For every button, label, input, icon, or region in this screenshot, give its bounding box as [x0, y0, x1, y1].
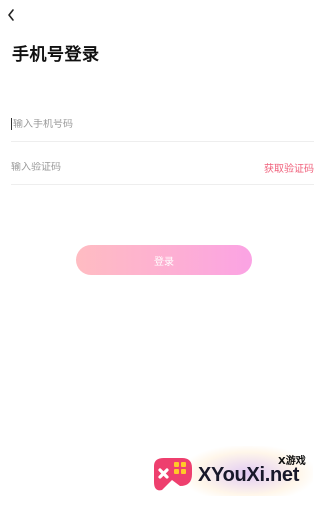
code-field[interactable]: 获取验证码 — [11, 150, 314, 185]
text-cursor — [11, 118, 12, 130]
back-button[interactable] — [3, 6, 19, 24]
get-code-button[interactable]: 获取验证码 — [264, 160, 314, 175]
code-input[interactable] — [11, 161, 264, 173]
watermark-text: XYouXi.net — [198, 464, 300, 486]
gamepad-logo-icon — [154, 458, 192, 491]
chevron-left-icon — [8, 9, 14, 21]
page-title: 手机号登录 — [12, 45, 100, 65]
watermark: X游戏 XYouXi.net — [148, 440, 318, 502]
phone-input[interactable] — [13, 118, 314, 130]
phone-field[interactable] — [11, 107, 314, 142]
login-button[interactable]: 登录 — [76, 245, 252, 275]
